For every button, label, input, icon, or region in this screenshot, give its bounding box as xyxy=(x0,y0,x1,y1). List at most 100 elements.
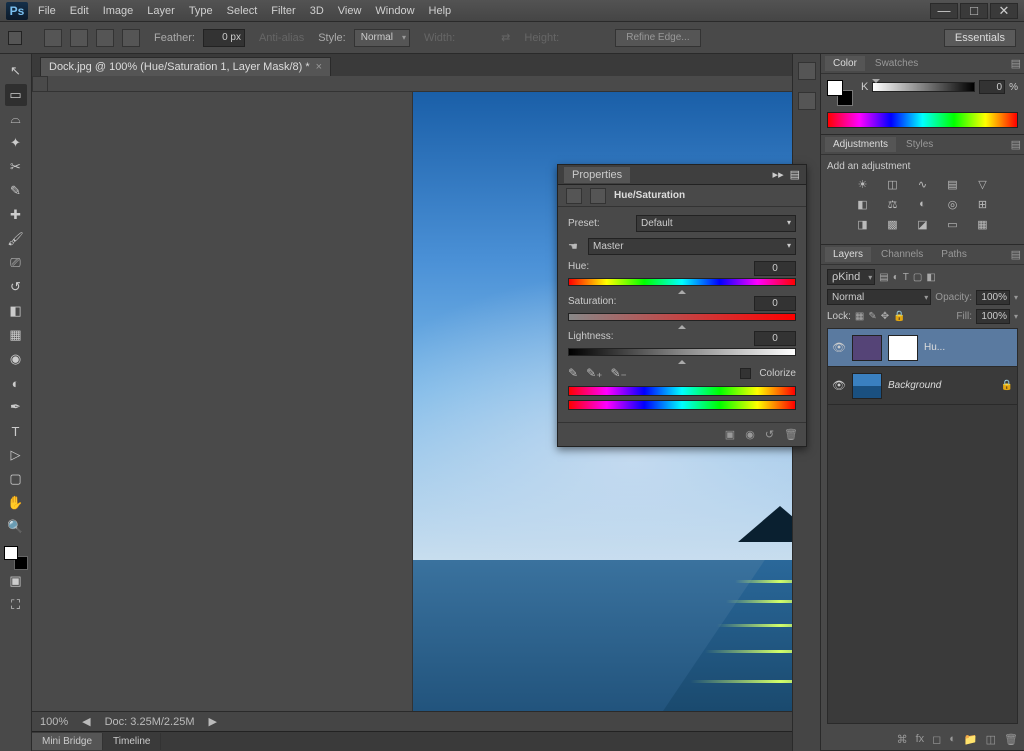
brightness-icon[interactable]: ☀ xyxy=(854,178,872,192)
view-previous-icon[interactable]: ◉ xyxy=(745,428,755,441)
preset-dropdown[interactable]: Default xyxy=(636,215,796,232)
style-dropdown[interactable]: Normal xyxy=(354,29,410,47)
mask-icon[interactable] xyxy=(590,188,606,204)
type-tool[interactable]: T xyxy=(5,420,27,442)
menu-3d[interactable]: 3D xyxy=(310,5,324,17)
history-icon[interactable] xyxy=(798,62,816,80)
wand-tool[interactable]: ✦ xyxy=(5,132,27,154)
styles-tab[interactable]: Styles xyxy=(898,137,941,152)
brush-presets-icon[interactable] xyxy=(798,92,816,110)
eyedropper-sub-icon[interactable]: ✎₋ xyxy=(610,366,626,380)
refine-edge-button[interactable]: Refine Edge... xyxy=(615,29,700,47)
tool-preset-icon[interactable] xyxy=(8,31,22,45)
menu-layer[interactable]: Layer xyxy=(147,5,175,17)
hand-icon[interactable]: ☚ xyxy=(568,240,582,253)
hue-slider[interactable] xyxy=(568,278,796,286)
layer-item[interactable]: 👁 Hu... xyxy=(828,329,1017,367)
feather-input[interactable] xyxy=(203,29,245,47)
doc-size[interactable]: Doc: 3.25M/2.25M xyxy=(105,716,195,728)
selection-intersect-icon[interactable] xyxy=(122,29,140,47)
fill-flyout-icon[interactable]: ▾ xyxy=(1014,312,1018,321)
panel-menu-icon[interactable]: ▤ xyxy=(790,168,800,181)
filter-smart-icon[interactable]: ◧ xyxy=(926,272,935,283)
dodge-tool[interactable]: ◐ xyxy=(5,372,27,394)
gradient-tool[interactable]: ▦ xyxy=(5,324,27,346)
layer-thumb[interactable] xyxy=(852,373,882,399)
document-tab[interactable]: Dock.jpg @ 100% (Hue/Saturation 1, Layer… xyxy=(40,57,331,76)
brush-tool[interactable]: 🖌 xyxy=(5,228,27,250)
ruler-horizontal[interactable] xyxy=(48,76,792,92)
lock-position-icon[interactable]: ✥ xyxy=(881,311,889,322)
filter-adj-icon[interactable]: ◐ xyxy=(893,272,899,283)
color-fg-bg[interactable] xyxy=(827,80,853,106)
menu-select[interactable]: Select xyxy=(227,5,258,17)
trash-icon[interactable]: 🗑 xyxy=(784,428,798,441)
menu-image[interactable]: Image xyxy=(103,5,134,17)
opacity-flyout-icon[interactable]: ▾ xyxy=(1014,293,1018,302)
invert-icon[interactable]: ◨ xyxy=(854,218,872,232)
close-tab-icon[interactable]: × xyxy=(316,61,322,73)
swatches-tab[interactable]: Swatches xyxy=(867,56,926,71)
timeline-tab[interactable]: Timeline xyxy=(103,733,161,750)
eraser-tool[interactable]: ◧ xyxy=(5,300,27,322)
panel-menu-icon[interactable]: ▤ xyxy=(1011,138,1020,151)
link-icon[interactable]: ⌘ xyxy=(897,733,908,746)
move-tool[interactable]: ↖ xyxy=(5,60,27,82)
menu-view[interactable]: View xyxy=(338,5,362,17)
blur-tool[interactable]: ◉ xyxy=(5,348,27,370)
mini-bridge-tab[interactable]: Mini Bridge xyxy=(32,733,103,750)
layer-name[interactable]: Hu... xyxy=(924,342,945,353)
gradient-map-icon[interactable]: ▭ xyxy=(944,218,962,232)
zoom-level[interactable]: 100% xyxy=(40,716,68,728)
history-brush-tool[interactable]: ↺ xyxy=(5,276,27,298)
channels-tab[interactable]: Channels xyxy=(873,247,931,262)
color-balance-icon[interactable]: ⚖ xyxy=(884,198,902,212)
fg-bg-swatch[interactable] xyxy=(4,546,28,570)
layer-item[interactable]: 👁 Background 🔒 xyxy=(828,367,1017,405)
panel-menu-icon[interactable]: ▤ xyxy=(1011,57,1020,70)
visibility-icon[interactable]: 👁 xyxy=(832,379,846,392)
eyedropper-tool[interactable]: ✎ xyxy=(5,180,27,202)
saturation-slider[interactable] xyxy=(568,313,796,321)
arrow-icon[interactable]: ◀ xyxy=(82,715,90,728)
selection-new-icon[interactable] xyxy=(44,29,62,47)
crop-tool[interactable]: ✂ xyxy=(5,156,27,178)
opacity-input[interactable]: 100% xyxy=(976,290,1010,305)
clip-icon[interactable]: ▣ xyxy=(725,428,735,441)
window-close-button[interactable]: ✕ xyxy=(990,3,1018,19)
zoom-tool[interactable]: 🔍 xyxy=(5,516,27,538)
visibility-icon[interactable]: 👁 xyxy=(832,341,846,354)
curves-icon[interactable]: ∿ xyxy=(914,178,932,192)
mask-new-icon[interactable]: ◻ xyxy=(932,733,941,746)
panel-menu-icon[interactable]: ▤ xyxy=(1011,248,1020,261)
pen-tool[interactable]: ✒ xyxy=(5,396,27,418)
lock-all-icon[interactable]: 🔒 xyxy=(893,311,905,322)
fill-input[interactable]: 100% xyxy=(976,309,1010,324)
hue-value[interactable]: 0 xyxy=(754,261,796,276)
flyout-icon[interactable]: ▶ xyxy=(208,715,216,728)
collapse-icon[interactable]: ▸▸ xyxy=(773,168,784,181)
lightness-value[interactable]: 0 xyxy=(754,331,796,346)
blend-mode-dropdown[interactable]: Normal xyxy=(827,289,931,305)
menu-filter[interactable]: Filter xyxy=(271,5,295,17)
shape-tool[interactable]: ▢ xyxy=(5,468,27,490)
selection-add-icon[interactable] xyxy=(70,29,88,47)
hue-sat-icon[interactable]: ◧ xyxy=(854,198,872,212)
adjustment-thumb[interactable] xyxy=(852,335,882,361)
mask-thumb[interactable] xyxy=(888,335,918,361)
filter-type-icon[interactable]: T xyxy=(903,272,909,283)
reset-icon[interactable]: ↺ xyxy=(765,428,774,441)
lightness-slider[interactable] xyxy=(568,348,796,356)
layer-filter-dropdown[interactable]: ρ Kind xyxy=(827,269,875,285)
screenmode-toggle[interactable]: ⛶ xyxy=(5,594,27,616)
bw-icon[interactable]: ◐ xyxy=(914,198,932,212)
eyedropper-add-icon[interactable]: ✎₊ xyxy=(586,366,602,380)
selective-color-icon[interactable]: ▦ xyxy=(974,218,992,232)
properties-panel[interactable]: Properties ▸▸ ▤ Hue/Saturation Preset: D… xyxy=(557,164,807,447)
channel-dropdown[interactable]: Master xyxy=(588,238,796,255)
menu-help[interactable]: Help xyxy=(429,5,452,17)
menu-edit[interactable]: Edit xyxy=(70,5,89,17)
menu-file[interactable]: File xyxy=(38,5,56,17)
photo-filter-icon[interactable]: ◎ xyxy=(944,198,962,212)
window-minimize-button[interactable]: — xyxy=(930,3,958,19)
